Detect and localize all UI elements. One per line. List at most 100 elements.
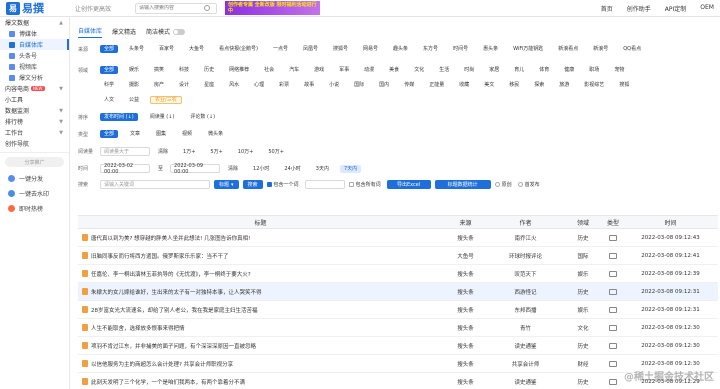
domain-option[interactable]: 移民 — [505, 81, 523, 89]
sidebar-group-nav[interactable]: 创作导航 — [0, 138, 69, 149]
source-option[interactable]: QQ看点 — [619, 45, 645, 53]
search-input[interactable] — [139, 5, 204, 11]
time-end-input[interactable]: 2022-03-09 00:00 — [170, 163, 221, 175]
sidebar-item-analysis[interactable]: 爆文分析 — [0, 72, 69, 83]
domain-option[interactable]: 探索 — [530, 81, 548, 89]
domain-option[interactable]: 正能量 — [425, 81, 448, 89]
tool-watermark[interactable]: 一键去水印 — [0, 186, 69, 201]
search-button[interactable]: 搜索 — [242, 180, 263, 189]
tool-hotlist[interactable]: 即时热榜 — [0, 201, 69, 216]
table-row[interactable]: 朱棣大的女儿嫁给谁好，生出来的太子有一对独特本事，让人哭笑不得 搜头条 西游怪记 历史… — [78, 283, 718, 301]
include-any-checkbox[interactable]: 包含一个词 — [266, 181, 299, 188]
cell-title[interactable]: 朱棣大的女儿嫁给谁好，生出来的太子有一对独特本事，让人哭笑不得 — [78, 288, 443, 296]
domain-option[interactable]: 育儿 — [510, 66, 528, 74]
domain-option[interactable]: 军事 — [335, 66, 353, 74]
domain-option[interactable]: 体育 — [535, 66, 553, 74]
source-option[interactable]: 看点快报(企鹅号) — [215, 45, 262, 53]
domain-option[interactable]: 职场 — [585, 66, 603, 74]
time-start-input[interactable]: 2022-03-02 00:00 — [100, 163, 150, 175]
sidebar-item-video[interactable]: 视频库 — [0, 61, 69, 72]
time-option[interactable]: 7天内 — [339, 164, 362, 173]
domain-option[interactable]: 宠物 — [610, 66, 628, 74]
export-excel-button[interactable]: 导出Excel — [386, 180, 431, 189]
column-header-domain[interactable]: 领域 — [563, 218, 603, 227]
nav-api[interactable]: API定制 — [665, 4, 687, 13]
domain-option[interactable]: 网络推荐 — [225, 66, 253, 74]
sidebar-item-boomedia[interactable]: 博媒体 — [0, 28, 69, 39]
exclude-input[interactable] — [304, 180, 345, 189]
domain-option[interactable]: 文化 — [410, 66, 428, 74]
source-option[interactable]: 凤凰号 — [299, 45, 322, 53]
type-option[interactable]: 全部 — [100, 130, 119, 138]
cell-title[interactable]: 人生不能取舍，选择放多恨事来得把情 — [78, 324, 443, 332]
domain-option[interactable]: 收藏 — [455, 81, 473, 89]
table-row[interactable]: 任嘉伦、李一桐出演林玉菲执导的《无忧渡》，李一桐终于要大火? 搜头条 叹范天下 娱乐 2… — [78, 265, 718, 283]
keyword-input[interactable]: 请输入关键词 — [100, 180, 210, 189]
table-row[interactable]: 以信他服务为主的商超怎么会计处理? 共享会计师职视分享 搜头条 共享会计师 财经 202… — [78, 355, 718, 373]
logo[interactable]: 易 易撰 — [0, 0, 75, 16]
sidebar-group-workbench[interactable]: 工作台 ▼ — [0, 127, 69, 138]
checkbox[interactable] — [348, 182, 354, 187]
table-row[interactable]: 项羽不肯过江东，并非捕美的面子问题，有个深深深原因一直被忽略 搜头条 读史通鉴 历史 2… — [78, 337, 718, 355]
time-clear-button[interactable]: 清除 — [224, 165, 242, 173]
search-mode-select[interactable]: 标题 ▾ — [214, 180, 239, 189]
sidebar-group-monitor[interactable]: 数据监测 ▼ — [0, 105, 69, 116]
domain-option[interactable]: 公益 — [125, 96, 143, 104]
sort-option[interactable]: 阅读量 (↓) — [146, 113, 179, 121]
cell-author[interactable]: 环球时报评论 — [488, 252, 563, 260]
column-header-author[interactable]: 作者 — [488, 218, 563, 227]
reads-option[interactable]: 10万+ — [234, 148, 258, 156]
source-option[interactable]: WiFi万能钥匙 — [509, 45, 547, 53]
cell-author[interactable]: 南乔江火 — [488, 234, 563, 242]
nav-assistant[interactable]: 创作助手 — [627, 4, 651, 13]
cell-title[interactable]: 此刻天发明了三个化学，一个是咱们我两本，有两个靠着分不满 — [78, 378, 443, 386]
source-option[interactable]: 新浪看点 — [554, 45, 582, 53]
sidebar-item-selfmedia[interactable]: 自媒体库 — [0, 39, 69, 50]
cell-author[interactable]: 叹范天下 — [488, 270, 563, 278]
cell-title[interactable]: 28岁富女光大流速名，却给了别人老公，我在我是家庭主妇生活苦福 — [78, 306, 443, 314]
domain-option[interactable]: 设计 — [175, 81, 193, 89]
original-radio[interactable]: 原创 — [494, 181, 512, 188]
radio[interactable] — [494, 182, 500, 187]
domain-option[interactable]: 科技 — [175, 66, 193, 74]
source-option[interactable]: 搜狐号 — [329, 45, 352, 53]
domain-option[interactable]: 房产 — [150, 81, 168, 89]
cell-author[interactable]: 西游怪记 — [488, 288, 563, 296]
title-text[interactable]: 朱棣大的女儿嫁给谁好，生出来的太子有一对独特本事，让人哭笑不得 — [91, 288, 262, 296]
domain-option[interactable]: 摄影 — [125, 81, 143, 89]
domain-option[interactable]: 小说 — [325, 81, 343, 89]
search-icon[interactable] — [204, 5, 210, 11]
reads-option[interactable]: 50万+ — [264, 148, 288, 156]
source-option[interactable]: 一点号 — [269, 45, 292, 53]
domain-option[interactable]: 社会 — [260, 66, 278, 74]
title-text[interactable]: 旧脑同事反而行将西方遣国。俄罗斯家乐乐家：当不干了 — [91, 252, 229, 260]
domain-option[interactable]: 故事 — [300, 81, 318, 89]
reads-option[interactable]: 1万+ — [179, 148, 199, 156]
title-text[interactable]: 28岁富女光大流速名，却给了别人老公，我在我是家庭主妇生活苦福 — [91, 306, 258, 314]
domain-option[interactable]: 汽车 — [285, 66, 303, 74]
title-text[interactable]: 唐代真以到为美? 想穿越的胖美人坐并此想法! 几张图告诉你真相! — [91, 234, 250, 242]
column-header-type[interactable]: 类型 — [603, 218, 623, 227]
time-option[interactable]: 3天内 — [312, 165, 333, 173]
title-text[interactable]: 此刻天发明了三个化学，一个是咱们我两本，有两个靠着分不满 — [91, 378, 245, 386]
radio[interactable] — [517, 182, 523, 187]
domain-option[interactable]: 影视综艺 — [580, 81, 608, 89]
domain-option[interactable]: 彩票 — [275, 81, 293, 89]
simple-mode-toggle[interactable]: 简洁模式 — [146, 27, 186, 38]
include-all-checkbox[interactable]: 包含所有词 — [348, 181, 381, 188]
domain-option[interactable]: 国内 — [375, 81, 393, 89]
sidebar-group-ecommerce[interactable]: 内容电商 NEW ▼ — [0, 83, 69, 94]
domain-option[interactable]: 科学 — [100, 81, 118, 89]
title-text[interactable]: 项羽不肯过江东，并非捕美的面子问题，有个深深深原因一直被忽略 — [91, 342, 256, 350]
domain-option[interactable]: 搜狐 — [615, 81, 633, 89]
sidebar-group-rank[interactable]: 排行榜 ▼ — [0, 116, 69, 127]
sidebar-item-toutiao[interactable]: 头条号 — [0, 50, 69, 61]
cell-title[interactable]: 任嘉伦、李一桐出演林玉菲执导的《无忧渡》，李一桐终于要大火? — [78, 270, 443, 278]
source-option[interactable]: 新浪号 — [589, 45, 612, 53]
source-option[interactable]: 百家号 — [155, 45, 178, 53]
source-option[interactable]: 大鱼号 — [185, 45, 208, 53]
domain-option[interactable]: 全部 — [100, 66, 119, 74]
type-option[interactable]: 视频 — [178, 130, 196, 138]
domain-option[interactable]: 人文 — [100, 96, 118, 104]
domain-option[interactable]: 国际 — [350, 81, 368, 89]
